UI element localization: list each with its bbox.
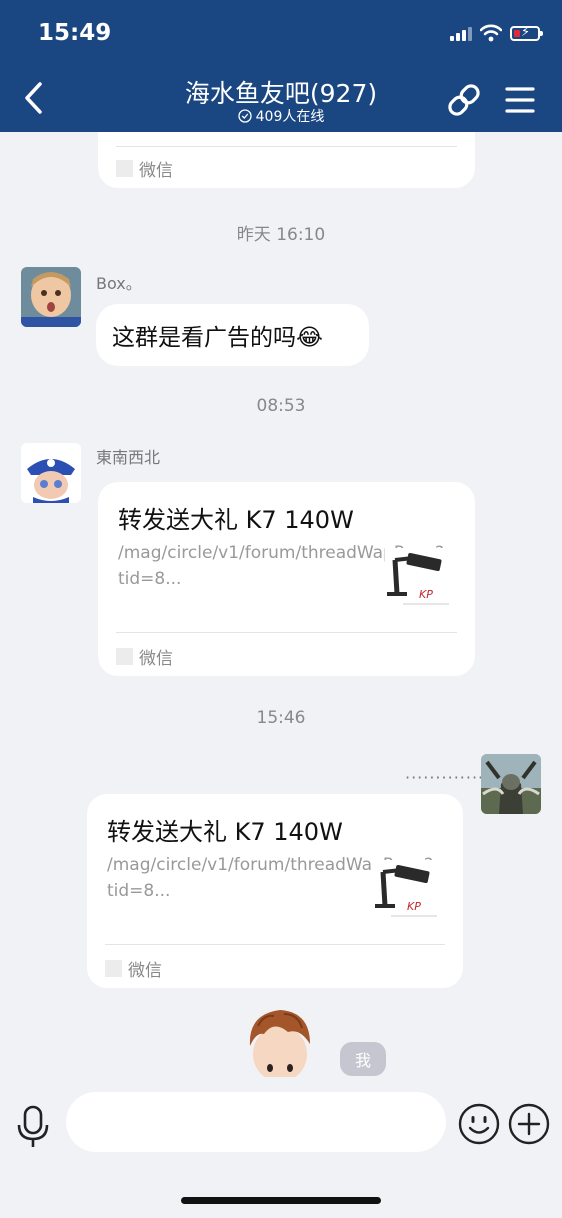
- card-title: 转发送大礼 K7 140W: [118, 506, 354, 534]
- battery-icon: ⚡: [510, 25, 543, 41]
- mic-icon[interactable]: [14, 1103, 52, 1151]
- input-bar: [0, 1077, 562, 1218]
- link-card[interactable]: 转发送大礼 K7 140W /mag/circle/v1/forum/threa…: [87, 794, 463, 988]
- plus-icon[interactable]: [508, 1103, 550, 1145]
- wechat-icon: [116, 648, 133, 665]
- message-input[interactable]: [66, 1092, 446, 1152]
- card-source: 微信: [105, 956, 162, 981]
- wifi-icon: [480, 24, 502, 42]
- timestamp: 昨天 16:10: [236, 225, 326, 245]
- timestamp: 08:53: [256, 396, 306, 416]
- card-source: 微信: [116, 644, 173, 669]
- card-title: 转发送大礼 K7 140W: [107, 818, 343, 846]
- emoji-icon[interactable]: [458, 1103, 500, 1145]
- header: 15:49 ⚡ 海水鱼友吧(927) 409人在线: [0, 0, 562, 132]
- message-text: 这群是看广告的吗😂: [112, 325, 323, 351]
- avatar[interactable]: [481, 754, 541, 814]
- menu-icon[interactable]: [500, 80, 540, 120]
- message-bubble[interactable]: 这群是看广告的吗😂: [96, 304, 369, 366]
- lamp-thumbnail-icon: KP: [373, 860, 445, 922]
- wechat-icon: [116, 160, 133, 177]
- chat-area[interactable]: 微信 昨天 16:10 Box。 这群是看广告的吗😂 08:53 東南西北 转发…: [0, 132, 562, 1077]
- sender-name: 東南西北: [96, 448, 161, 467]
- timestamp: 15:46: [256, 708, 306, 728]
- sticker-boy-icon[interactable]: [244, 1006, 316, 1077]
- wechat-icon: [105, 960, 122, 977]
- card-url: /mag/circle/v1/forum/threadWapPage?tid=8…: [107, 855, 434, 901]
- online-text: 409人在线: [255, 109, 325, 125]
- me-tag: 我: [340, 1042, 386, 1076]
- card-url: /mag/circle/v1/forum/threadWapPage?tid=8…: [118, 543, 445, 589]
- lamp-thumbnail-icon: KP: [385, 548, 457, 610]
- link-card[interactable]: 微信: [98, 132, 475, 188]
- card-source: 微信: [116, 156, 173, 181]
- avatar[interactable]: [21, 267, 81, 327]
- svg-text:KP: KP: [407, 900, 421, 913]
- avatar[interactable]: [21, 443, 81, 503]
- status-time: 15:49: [38, 20, 112, 46]
- signal-icon: [450, 25, 472, 41]
- link-card[interactable]: 转发送大礼 K7 140W /mag/circle/v1/forum/threa…: [98, 482, 475, 676]
- share-link-icon[interactable]: [444, 80, 484, 120]
- svg-text:KP: KP: [419, 588, 433, 601]
- sender-name: Box。: [96, 274, 142, 293]
- card-divider: [116, 632, 457, 633]
- home-indicator: [181, 1197, 381, 1204]
- sender-name: ··············: [405, 768, 491, 787]
- card-divider: [116, 146, 457, 147]
- card-divider: [105, 944, 445, 945]
- check-circle-icon: [237, 109, 252, 123]
- status-icons: ⚡: [450, 24, 543, 42]
